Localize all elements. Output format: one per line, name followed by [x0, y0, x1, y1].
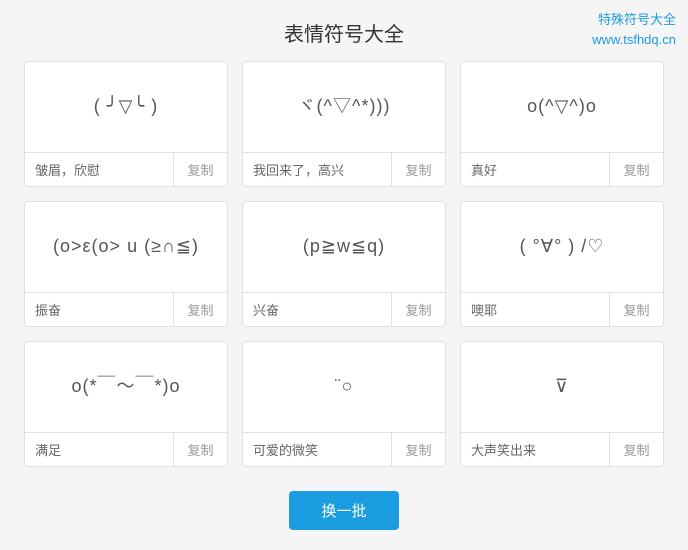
site-name: 特殊符号大全 — [598, 12, 676, 27]
copy-button[interactable]: 复制 — [173, 433, 227, 467]
symbol-display: ¨○ — [243, 342, 445, 432]
copy-button[interactable]: 复制 — [609, 293, 663, 327]
symbol-display: ( °∀° ) /♡ — [461, 202, 663, 292]
card-label: 兴奋 — [243, 300, 391, 319]
symbol-grid: ( ╯▽╰ )皱眉，欣慰复制ヾ(^▽^*)))我回来了，高兴复制o(^▽^)o真… — [0, 61, 688, 483]
card-label: 满足 — [25, 440, 173, 459]
symbol-card: ( ╯▽╰ )皱眉，欣慰复制 — [24, 61, 228, 187]
card-footer: 皱眉，欣慰复制 — [25, 152, 227, 186]
card-label: 真好 — [461, 160, 609, 179]
card-footer: 可爱的微笑复制 — [243, 432, 445, 466]
symbol-display: (o>ε(o> u (≥∩≦) — [25, 202, 227, 292]
card-label: 可爱的微笑 — [243, 440, 391, 459]
symbol-card: (p≧w≦q)兴奋复制 — [242, 201, 446, 327]
card-footer: 真好复制 — [461, 152, 663, 186]
card-footer: 大声笑出来复制 — [461, 432, 663, 466]
card-footer: 满足复制 — [25, 432, 227, 466]
symbol-display: o(^▽^)o — [461, 62, 663, 152]
refresh-button[interactable]: 换一批 — [289, 491, 398, 530]
card-label: 大声笑出来 — [461, 440, 609, 459]
copy-button[interactable]: 复制 — [173, 293, 227, 327]
card-label: 振奋 — [25, 300, 173, 319]
symbol-card: (o>ε(o> u (≥∩≦)振奋复制 — [24, 201, 228, 327]
symbol-card: ( °∀° ) /♡噢耶复制 — [460, 201, 664, 327]
symbol-card: ⊽大声笑出来复制 — [460, 341, 664, 467]
site-link[interactable]: 特殊符号大全 www.tsfhdq.cn — [592, 10, 676, 49]
copy-button[interactable]: 复制 — [609, 153, 663, 187]
copy-button[interactable]: 复制 — [609, 433, 663, 467]
symbol-card: ¨○可爱的微笑复制 — [242, 341, 446, 467]
card-footer: 振奋复制 — [25, 292, 227, 326]
page-title: 表情符号大全 — [0, 0, 688, 61]
copy-button[interactable]: 复制 — [391, 153, 445, 187]
card-label: 我回来了，高兴 — [243, 160, 391, 179]
symbol-card: ヾ(^▽^*)))我回来了，高兴复制 — [242, 61, 446, 187]
card-footer: 我回来了，高兴复制 — [243, 152, 445, 186]
copy-button[interactable]: 复制 — [391, 293, 445, 327]
symbol-display: o(*￣～￣*)o — [25, 342, 227, 432]
card-label: 噢耶 — [461, 300, 609, 319]
refresh-area: 换一批 — [0, 483, 688, 550]
card-footer: 噢耶复制 — [461, 292, 663, 326]
symbol-card: o(*￣～￣*)o满足复制 — [24, 341, 228, 467]
symbol-display: (p≧w≦q) — [243, 202, 445, 292]
copy-button[interactable]: 复制 — [173, 153, 227, 187]
copy-button[interactable]: 复制 — [391, 433, 445, 467]
symbol-display: ( ╯▽╰ ) — [25, 62, 227, 152]
card-label: 皱眉，欣慰 — [25, 160, 173, 179]
site-url: www.tsfhdq.cn — [592, 32, 676, 47]
symbol-card: o(^▽^)o真好复制 — [460, 61, 664, 187]
symbol-display: ヾ(^▽^*))) — [243, 62, 445, 152]
symbol-display: ⊽ — [461, 342, 663, 432]
card-footer: 兴奋复制 — [243, 292, 445, 326]
